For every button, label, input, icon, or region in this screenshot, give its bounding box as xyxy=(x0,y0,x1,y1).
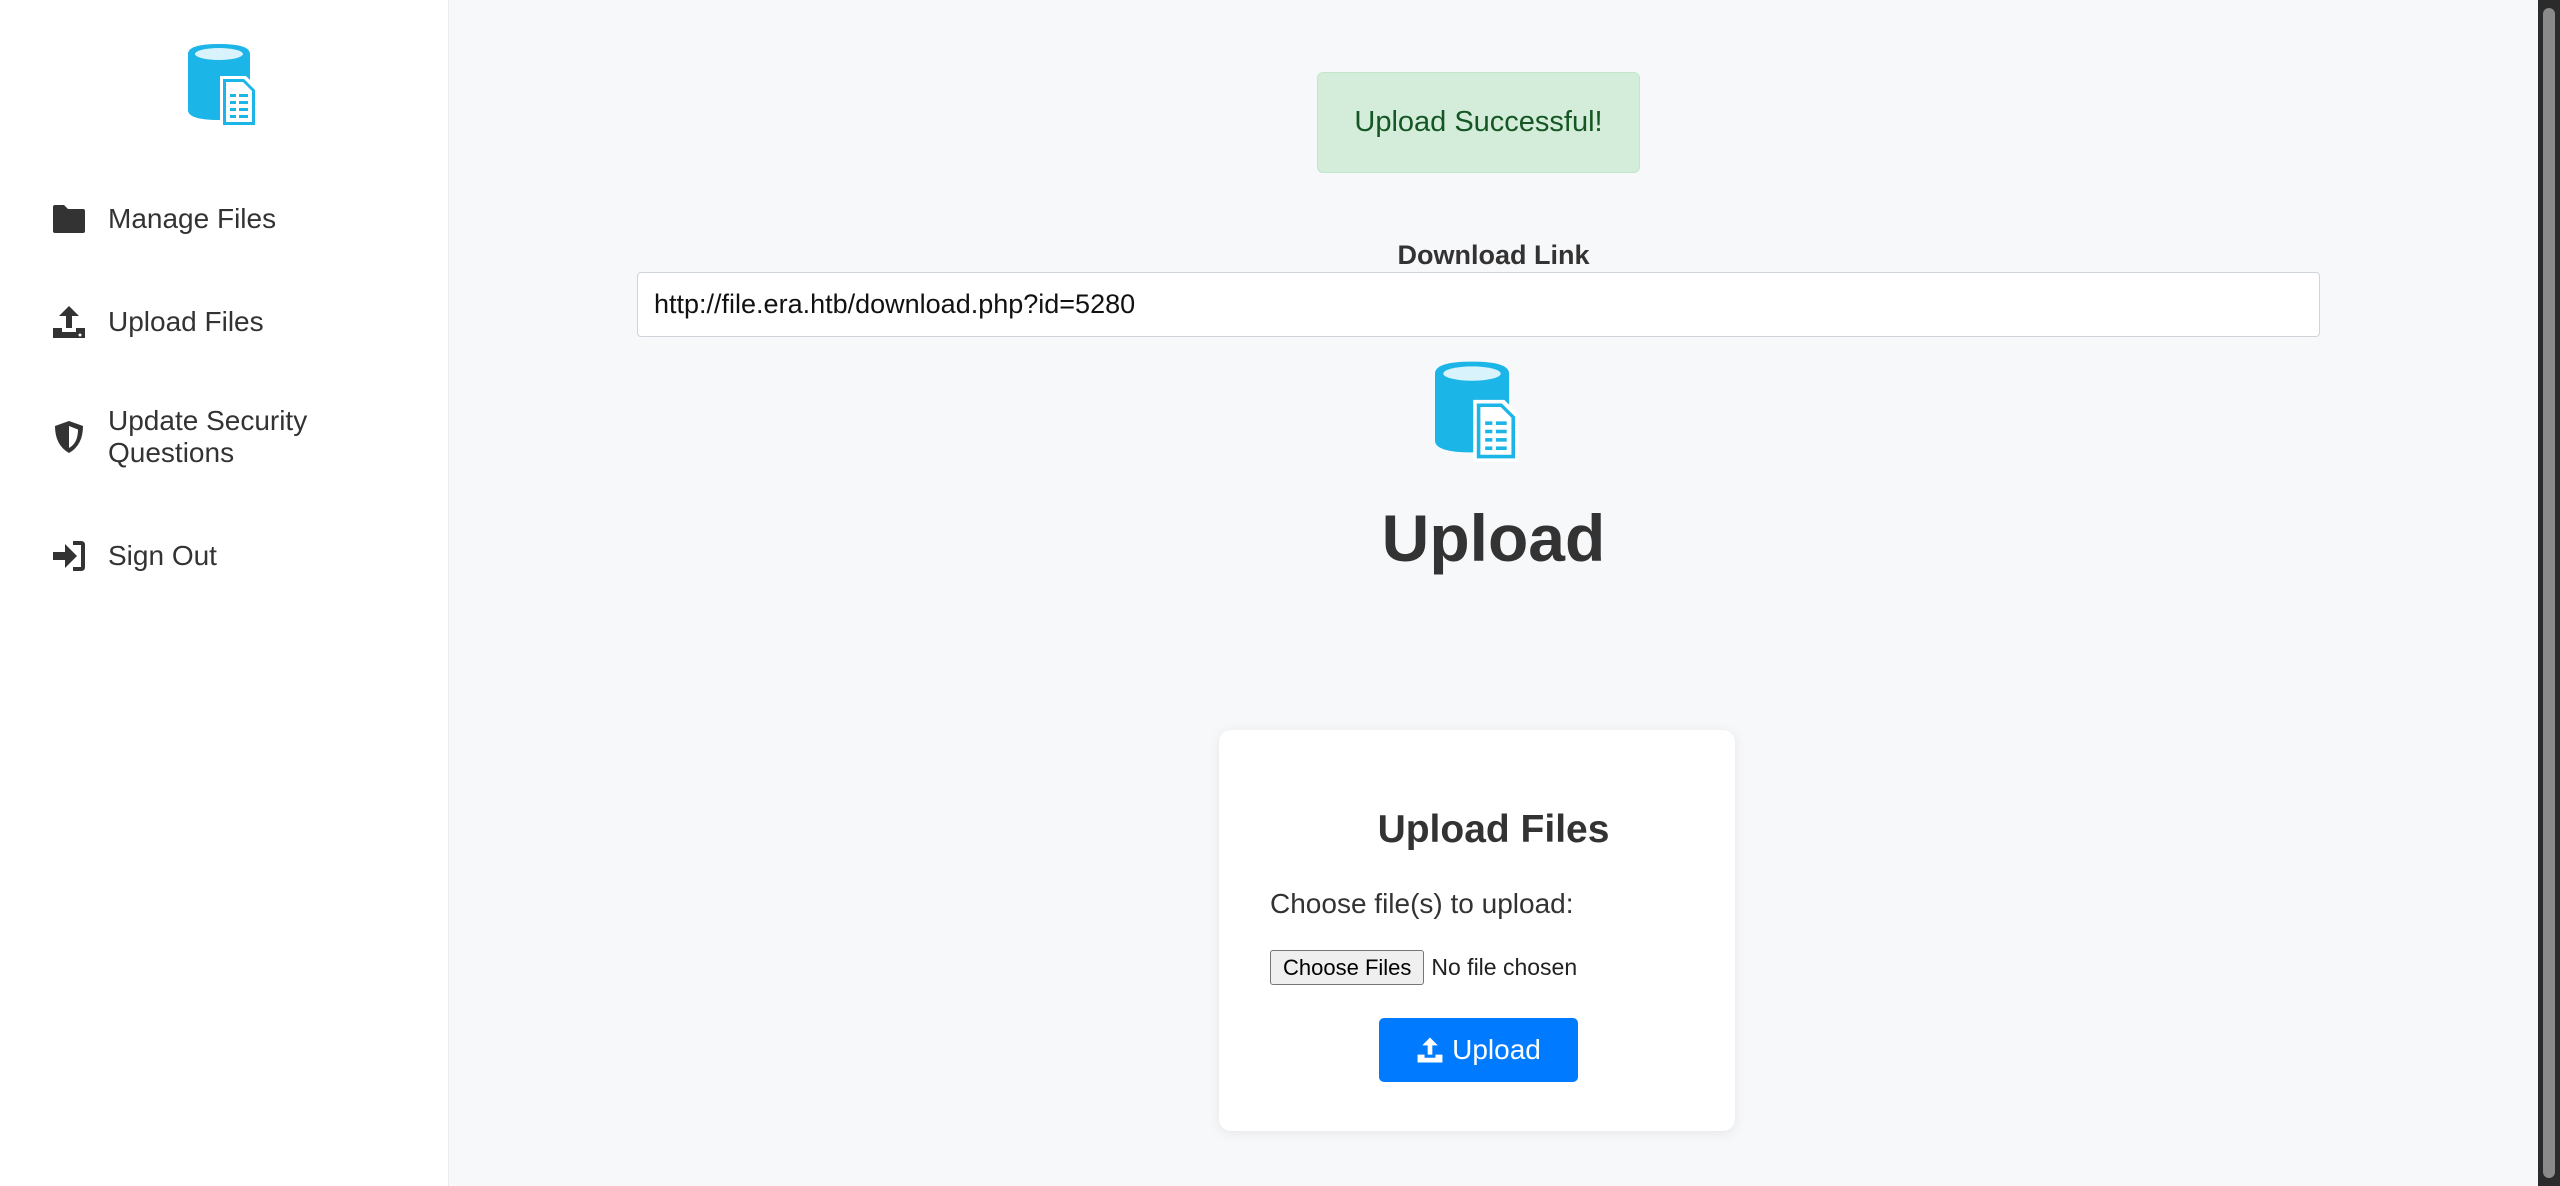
shield-icon xyxy=(50,418,88,456)
sidebar-item-label: Sign Out xyxy=(108,540,217,571)
page-title: Upload xyxy=(1381,501,1606,575)
download-link-field[interactable] xyxy=(637,272,2320,337)
upload-icon xyxy=(50,303,88,341)
sidebar: Manage Files Upload Files Update Securit… xyxy=(0,0,449,1186)
file-input[interactable]: Choose Files No file chosen xyxy=(1270,950,1577,985)
sidebar-item-manage-files[interactable]: Manage Files xyxy=(50,200,276,238)
choose-files-label: Choose file(s) to upload: xyxy=(1270,888,1574,919)
upload-icon xyxy=(1416,1036,1444,1064)
folder-icon xyxy=(50,200,88,238)
scrollbar-thumb[interactable] xyxy=(2543,8,2555,1178)
success-alert: Upload Successful! xyxy=(1317,72,1640,173)
main-content: Upload Successful! Download Link Upload … xyxy=(449,0,2538,1186)
logo-icon xyxy=(188,44,260,130)
scrollbar[interactable] xyxy=(2538,0,2560,1186)
upload-button[interactable]: Upload xyxy=(1379,1018,1578,1082)
logo-icon xyxy=(1435,360,1521,466)
sidebar-item-sign-out[interactable]: Sign Out xyxy=(50,537,217,575)
card-title: Upload Files xyxy=(1377,808,1610,851)
sidebar-item-label: Manage Files xyxy=(108,203,277,234)
download-link-label: Download Link xyxy=(1397,240,1590,270)
file-status-text: No file chosen xyxy=(1431,954,1578,980)
sidebar-item-label: Upload Files xyxy=(108,306,264,337)
sidebar-item-update-security-questions[interactable]: Update Security Questions xyxy=(50,405,370,469)
sidebar-item-label: Update Security Questions xyxy=(108,405,308,468)
choose-files-button[interactable]: Choose Files xyxy=(1270,950,1425,985)
sign-out-icon xyxy=(50,537,88,575)
upload-button-label: Upload xyxy=(1452,1034,1541,1065)
sidebar-item-upload-files[interactable]: Upload Files xyxy=(50,303,264,341)
